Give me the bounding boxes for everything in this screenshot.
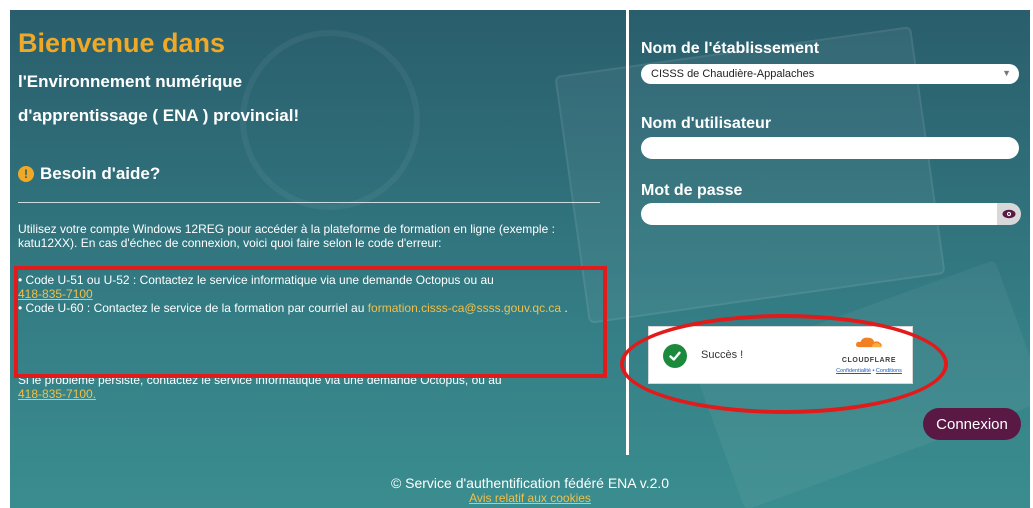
welcome-subtitle-1: l'Environnement numérique — [18, 72, 243, 91]
welcome-subtitle-2: d'apprentissage ( ENA ) provincial! — [18, 106, 300, 125]
exclamation-icon: ! — [18, 166, 34, 182]
annotation-ellipse — [620, 314, 948, 414]
username-label: Nom d'utilisateur — [641, 115, 772, 132]
password-input[interactable] — [641, 203, 999, 225]
establishment-label: Nom de l'établissement — [641, 40, 820, 57]
annotation-rectangle — [14, 266, 607, 378]
help-title: Besoin d'aide? — [40, 164, 161, 183]
eye-icon — [1002, 209, 1016, 219]
help-heading: ! Besoin d'aide? — [18, 164, 160, 184]
instructions-intro: Utilisez votre compte Windows 12REG pour… — [18, 222, 555, 250]
footer-text: © Service d'authentification fédéré ENA … — [390, 475, 670, 491]
username-input[interactable] — [641, 137, 1019, 159]
phone-link-2[interactable]: 418-835-7100. — [18, 387, 96, 401]
password-label: Mot de passe — [641, 182, 743, 199]
establishment-value: CISSS de Chaudière-Appalaches — [651, 68, 815, 80]
divider — [18, 202, 600, 203]
column-divider — [626, 10, 629, 455]
connexion-button[interactable]: Connexion — [923, 408, 1021, 440]
cookies-link[interactable]: Avis relatif aux cookies — [469, 491, 591, 505]
chevron-down-icon: ▼ — [1002, 68, 1011, 78]
show-password-button[interactable] — [997, 203, 1021, 225]
establishment-select[interactable]: CISSS de Chaudière-Appalaches ▼ — [641, 64, 1019, 84]
welcome-title: Bienvenue dans — [18, 28, 226, 58]
login-page: Bienvenue dans l'Environnement numérique… — [10, 10, 1030, 508]
footer: © Service d'authentification fédéré ENA … — [10, 476, 1030, 505]
